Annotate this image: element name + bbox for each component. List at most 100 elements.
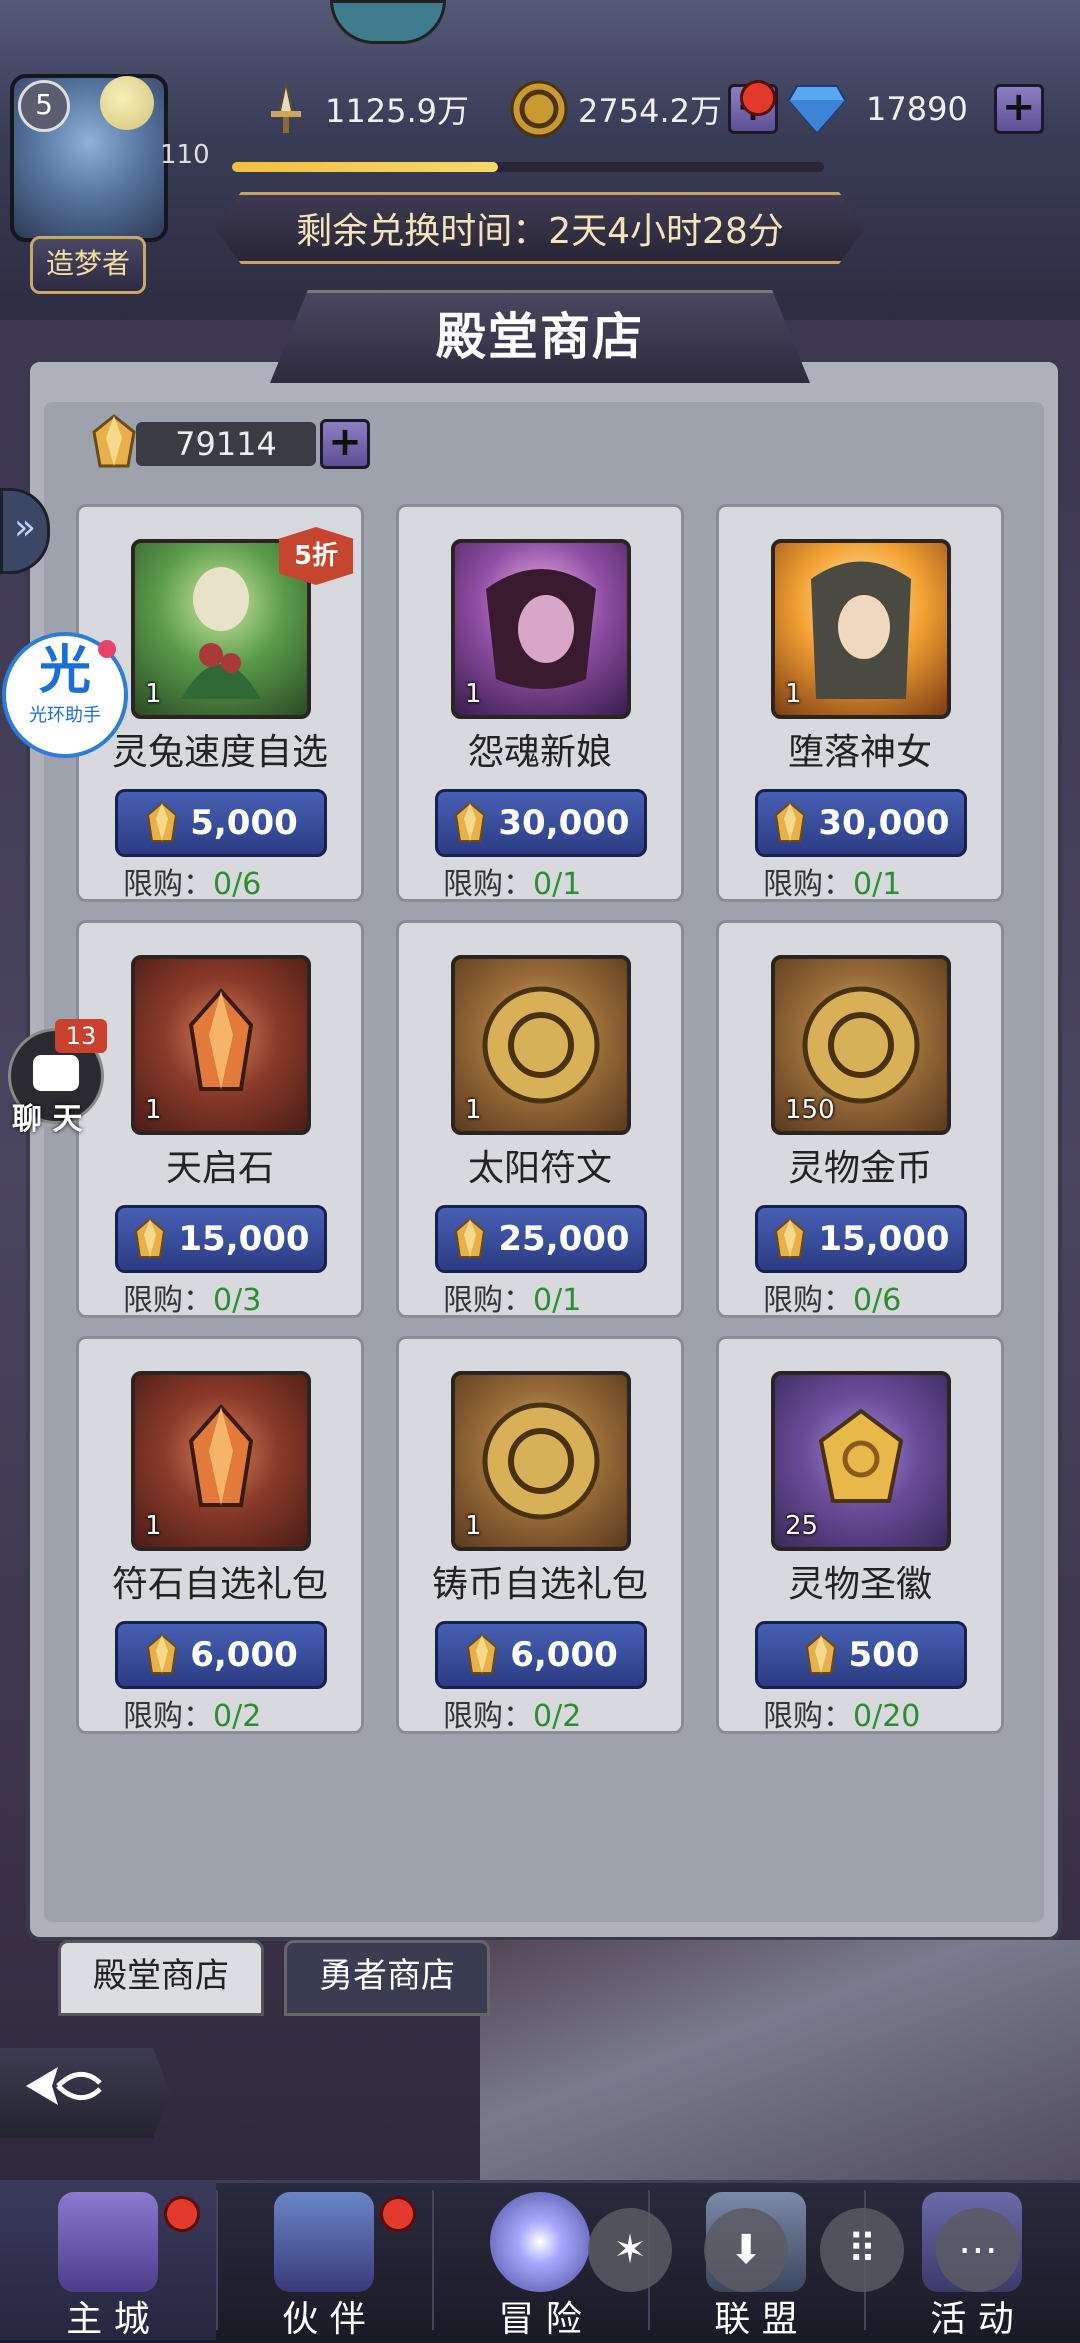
sword-icon [255,78,317,140]
purchase-limit-count: 0/2 [213,1699,262,1734]
shop-item-card[interactable]: 1 铸币自选礼包 6,000 限购：0/2 [396,1336,684,1734]
tab-hero-shop[interactable]: 勇者商店 [284,1940,490,2016]
overlay-download-button[interactable]: ⬇ [704,2208,788,2292]
purchase-limit-label: 限购： [763,867,853,902]
guanghuan-notification-dot [98,640,116,658]
gold-notification-dot [740,80,776,116]
tab-hall-shop[interactable]: 殿堂商店 [58,1940,264,2016]
gold-display: 2754.2万 + [508,78,778,140]
partner-hat-icon [274,2192,374,2292]
diamond-display: 17890 + [786,78,1044,140]
item-quantity: 1 [785,679,802,709]
overlay-more-button[interactable]: ⋯ [936,2208,1020,2292]
overlay-grid-button[interactable]: ⠿ [820,2208,904,2292]
item-thumbnail: 25 [771,1371,951,1551]
gold-value: 2754.2万 [578,92,722,130]
item-price: 15,000 [818,1219,950,1259]
purchase-limit-label: 限购： [123,867,213,902]
shop-currency-box: 79114 + [88,414,370,470]
shop-item-card[interactable]: 1 堕落神女 30,000 限购：0/1 [716,504,1004,902]
crystal-icon [455,1217,486,1258]
item-price: 6,000 [510,1635,618,1675]
shop-item-card[interactable]: 1 太阳符文 25,000 限购：0/1 [396,920,684,1318]
shop-currency-add-button[interactable]: + [320,419,370,469]
player-title-badge[interactable]: 造梦者 [30,236,146,294]
crystal-icon [92,414,136,468]
item-thumbnail: 1 [131,955,311,1135]
power-value: 1125.9万 [325,92,469,130]
nav-label: 主 城 [66,2299,150,2340]
diamond-add-button[interactable]: + [993,84,1044,134]
item-quantity: 1 [465,679,482,709]
purchase-limit-count: 0/20 [853,1699,921,1734]
castle-icon [58,2192,158,2292]
crystal-icon [147,801,178,842]
shop-item-card[interactable]: 25 灵物圣徽 500 限购：0/20 [716,1336,1004,1734]
purchase-limit: 限购：0/6 [763,1275,901,1319]
purchase-limit-label: 限购： [443,867,533,902]
shop-item-card[interactable]: 1 符石自选礼包 6,000 限购：0/2 [76,1336,364,1734]
crystal-icon [135,1217,166,1258]
moon-icon [100,76,154,130]
item-name: 太阳符文 [467,1148,612,1189]
crystal-icon [467,1633,498,1674]
purchase-limit: 限购：0/6 [123,859,261,903]
purchase-limit: 限购：0/3 [123,1275,261,1319]
guanghuan-label: 光环助手 [29,705,101,726]
item-name: 天启石 [165,1148,274,1189]
item-quantity: 150 [785,1095,835,1125]
buy-button[interactable]: 5,000 [115,789,327,857]
back-arrow-icon [26,2067,102,2105]
item-price: 30,000 [818,803,950,843]
item-quantity: 1 [145,1095,162,1125]
xp-bar [232,162,824,172]
buy-button[interactable]: 15,000 [755,1205,967,1273]
purchase-limit-label: 限购： [763,1699,853,1734]
discount-badge: 5折 [279,527,353,585]
item-name: 铸币自选礼包 [431,1564,648,1605]
item-quantity: 1 [465,1095,482,1125]
nav-main-city-dot [164,2196,200,2232]
buy-button[interactable]: 30,000 [755,789,967,857]
nav-partners-dot [380,2196,416,2232]
avatar-level-badge: 5 [18,80,70,132]
purchase-limit: 限购：0/1 [763,859,901,903]
buy-button[interactable]: 6,000 [115,1621,327,1689]
tab-hero-shop-label: 勇者商店 [319,1956,455,1996]
diamond-icon [786,78,848,140]
xp-bar-fill [232,162,499,172]
item-name: 灵兔速度自选 [111,732,328,773]
nav-label: 冒 险 [498,2299,582,2340]
buy-button[interactable]: 500 [755,1621,967,1689]
item-quantity: 25 [785,1511,819,1541]
buy-button[interactable]: 30,000 [435,789,647,857]
guanghuan-assistant-button[interactable]: 光 光环助手 [2,632,128,758]
item-price: 15,000 [178,1219,310,1259]
item-price: 30,000 [498,803,630,843]
item-price: 25,000 [498,1219,630,1259]
crystal-icon [775,1217,806,1258]
shop-item-card[interactable]: 1 怨魂新娘 30,000 限购：0/1 [396,504,684,902]
purchase-limit-label: 限购： [123,1283,213,1318]
shop-item-card[interactable]: 1 天启石 15,000 限购：0/3 [76,920,364,1318]
buy-button[interactable]: 15,000 [115,1205,327,1273]
exchange-timer-banner: 剩余兑换时间：2天4小时28分 [215,192,865,264]
buy-button[interactable]: 6,000 [435,1621,647,1689]
purchase-limit: 限购：0/2 [443,1691,581,1735]
chat-bubble-icon [33,1055,79,1091]
buy-button[interactable]: 25,000 [435,1205,647,1273]
item-quantity: 1 [145,679,162,709]
purchase-limit-label: 限购： [123,1699,213,1734]
shop-title-banner: 殿堂商店 [270,290,810,383]
item-thumbnail: 1 [771,539,951,719]
purchase-limit-label: 限购： [443,1283,533,1318]
back-button[interactable] [0,2048,170,2138]
shop-item-card[interactable]: 150 灵物金币 15,000 限购：0/6 [716,920,1004,1318]
chat-unread-badge: 13 [55,1019,107,1053]
purchase-limit-count: 0/1 [853,867,902,902]
item-name: 符石自选礼包 [111,1564,328,1605]
purchase-limit: 限购：0/1 [443,1275,581,1319]
crystal-icon [147,1633,178,1674]
background-scene [480,1940,1080,2180]
overlay-spark-button[interactable]: ✶ [588,2208,672,2292]
